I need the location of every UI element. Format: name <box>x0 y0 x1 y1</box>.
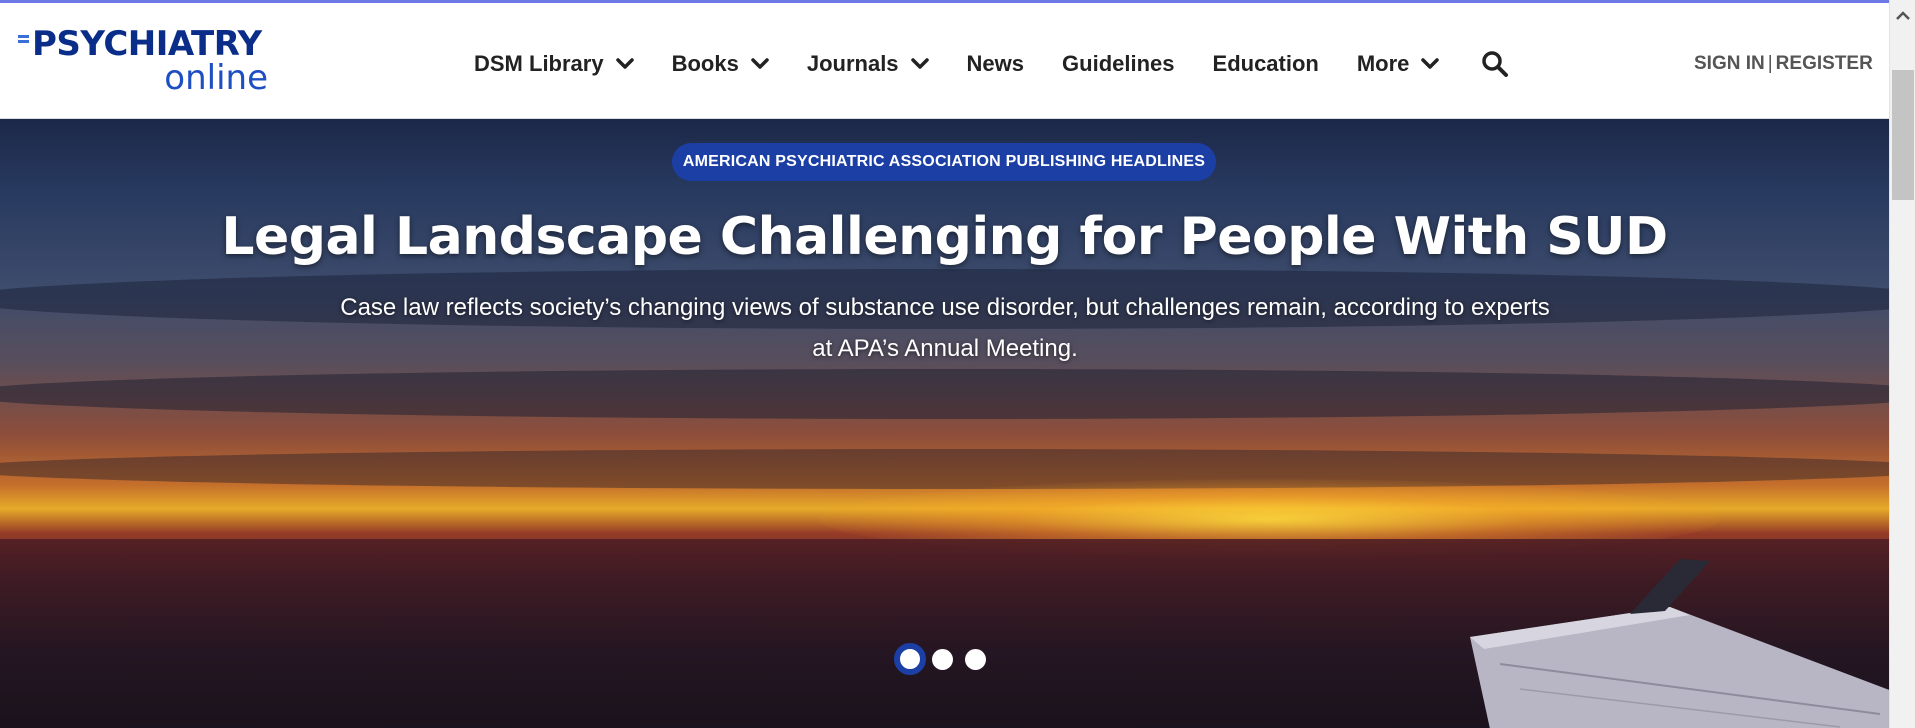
hero-subhead: Case law reflects society’s changing vie… <box>300 287 1590 369</box>
chevron-down-icon <box>615 58 634 69</box>
nav-label: More <box>1356 51 1410 76</box>
search-icon <box>1482 51 1508 77</box>
hero-cloud <box>0 449 1889 489</box>
airplane-wing-image <box>1470 559 1889 728</box>
nav-label: Education <box>1212 51 1319 76</box>
carousel-indicators <box>894 643 998 675</box>
chevron-down-icon <box>751 58 769 69</box>
nav-news[interactable]: News <box>967 51 1024 77</box>
headlines-badge: AMERICAN PSYCHIATRIC ASSOCIATION PUBLISH… <box>672 143 1216 181</box>
nav-guidelines[interactable]: Guidelines <box>1062 51 1174 77</box>
carousel-dot-1[interactable] <box>894 643 926 675</box>
logo-line-1: PSYCHIATRY <box>32 24 262 64</box>
nav-journals[interactable]: Journals <box>807 51 929 77</box>
nav-dsm-library[interactable]: DSM Library <box>474 51 634 77</box>
scroll-thumb[interactable] <box>1892 70 1914 200</box>
nav-label: Journals <box>806 51 899 76</box>
hero-carousel: AMERICAN PSYCHIATRIC ASSOCIATION PUBLISH… <box>0 119 1889 728</box>
nav-more[interactable]: More <box>1357 51 1440 77</box>
sign-in-link[interactable]: SIGN IN <box>1694 53 1765 74</box>
hero-subhead-line: at APA’s Annual Meeting. <box>812 335 1078 362</box>
chevron-up-icon <box>1896 11 1910 20</box>
nav-label: Books <box>671 51 739 76</box>
scroll-up-button[interactable] <box>1890 4 1915 28</box>
main-nav: DSM Library Books Journals News Guidelin… <box>474 47 1477 81</box>
logo-mark <box>18 35 29 45</box>
carousel-dot-2[interactable] <box>932 648 953 670</box>
nav-label: DSM Library <box>474 51 604 76</box>
chevron-down-icon <box>910 58 929 69</box>
nav-label: Guidelines <box>1062 51 1175 76</box>
hero-subhead-line: Case law reflects society’s changing vie… <box>340 294 1550 321</box>
auth-links: SIGN IN | REGISTER <box>1694 53 1873 75</box>
site-logo[interactable]: PSYCHIATRY online <box>18 27 278 101</box>
logo-line-2: online <box>164 58 268 98</box>
site-header: PSYCHIATRY online DSM Library Books Jour… <box>0 3 1889 119</box>
search-button[interactable] <box>1480 49 1510 79</box>
chevron-down-icon <box>1421 58 1440 69</box>
page-scrollbar[interactable] <box>1889 0 1915 728</box>
nav-education[interactable]: Education <box>1213 51 1319 77</box>
nav-label: News <box>966 51 1025 76</box>
auth-separator: | <box>1767 53 1773 74</box>
carousel-dot-3[interactable] <box>965 648 986 670</box>
nav-books[interactable]: Books <box>672 51 769 77</box>
hero-headline[interactable]: Legal Landscape Challenging for People W… <box>0 207 1889 267</box>
register-link[interactable]: REGISTER <box>1776 53 1873 74</box>
hero-cloud <box>0 369 1889 419</box>
